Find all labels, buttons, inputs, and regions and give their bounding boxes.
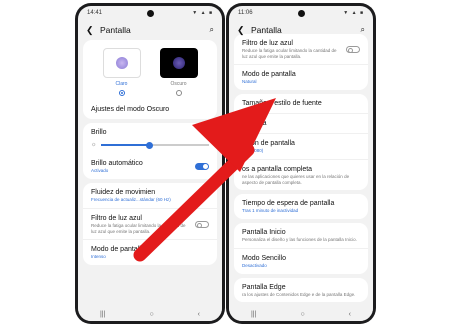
screen-mode-title: Modo de pantalla (91, 246, 145, 253)
blue-light-filter-row[interactable]: Filtro de luz azul Reduce la fatiga ocul… (234, 34, 368, 64)
theme-dark-radio[interactable] (175, 90, 182, 96)
edge-card: Pantalla Edge ra los ajustes de Contenid… (234, 277, 368, 303)
screen-mode-value: Intenso (91, 254, 106, 259)
blue-light-filter-description: Reduce la fatiga ocular limitando la can… (91, 223, 186, 234)
brightness-track[interactable] (101, 141, 209, 149)
font-size-style-title: Tamaño y estilo de fuente (242, 100, 322, 107)
screen-timeout-row[interactable]: Tiempo de espera de pantalla Tras 1 minu… (234, 194, 368, 219)
font-size-style-row[interactable]: Tamaño y estilo de fuente (234, 94, 368, 113)
screen-resolution-title: ución de pantalla (242, 140, 295, 147)
fullscreen-apps-description: ne las aplicaciones que quieres usar en … (242, 174, 350, 185)
screen-mode-value: Natural (242, 79, 257, 84)
dark-mode-settings-label: Ajustes del modo Oscuro (91, 106, 170, 113)
brightness-label: Brillo (91, 129, 107, 136)
back-icon[interactable]: ‹ (198, 311, 200, 318)
easy-mode-value: Desactivado (242, 262, 267, 268)
easy-mode-row[interactable]: Modo Sencillo Desactivado (234, 247, 368, 274)
light-theme-preview (102, 48, 141, 78)
blue-light-filter-row[interactable]: Filtro de luz azul Reduce la fatiga ocul… (83, 208, 217, 239)
screen-resolution-row[interactable]: ución de pantalla 00 x 1080) (234, 133, 368, 159)
theme-light-option[interactable]: Claro (102, 48, 141, 96)
dark-mode-settings-row[interactable]: Ajustes del modo Oscuro (83, 100, 217, 119)
back-arrow-icon[interactable]: ❮ (86, 25, 100, 36)
status-icons: ▼ ▲ ■ (343, 10, 364, 16)
screen-mode-row[interactable]: Modo de pantalla Natural (234, 64, 368, 90)
status-time: 11:06 (238, 10, 253, 16)
motion-smoothness-row[interactable]: Fluidez de movimien Frecuencia de actual… (83, 183, 217, 208)
theme-light-radio[interactable] (118, 90, 125, 96)
screen-mode-row[interactable]: Modo de pantalla Intenso (83, 239, 217, 265)
brightness-fill (101, 144, 150, 146)
navigation-bar: ||| ○ ‹ (78, 307, 222, 321)
status-time: 14:41 (87, 10, 103, 16)
theme-light-label: Claro (115, 81, 128, 87)
adaptive-brightness-row[interactable]: Brillo automático Activado (83, 154, 217, 179)
motion-smoothness-value: Frecuencia de actualiz...stándar (60 Hz) (91, 197, 171, 202)
display-options-card: Fluidez de movimien Frecuencia de actual… (83, 183, 217, 265)
edge-screen-description: ra los ajustes de Contenidos Edge e de l… (242, 291, 356, 297)
theme-card: Claro Oscuro Ajustes del modo Oscuro (83, 40, 217, 119)
adaptive-brightness-toggle[interactable] (195, 163, 209, 170)
screen-mode-title: Modo de pantalla (242, 71, 296, 78)
screen-timeout-title: Tiempo de espera de pantalla (242, 200, 335, 207)
brightness-handle[interactable] (146, 141, 154, 149)
filter-card: Filtro de luz azul Reduce la fatiga ocul… (234, 34, 368, 90)
font-card: Tamaño y estilo de fuente pantalla ución… (234, 94, 368, 190)
screen-timeout-value: Tras 1 minuto de inactividad (242, 208, 299, 213)
adaptive-brightness-title: Brillo automático (91, 160, 143, 167)
navigation-bar: ||| ○ ‹ (229, 307, 373, 321)
home-screen-title: Pantalla Inicio (242, 229, 286, 236)
recents-icon[interactable]: ||| (251, 311, 256, 318)
page-title: Pantalla (100, 25, 131, 35)
red-arrow-icon (133, 98, 276, 262)
screen-right: 11:06 ▼ ▲ ■ ❮ Pantalla ⌕ Filtro de luz a… (229, 6, 373, 321)
app-bar: ❮ Pantalla ⌕ (78, 20, 222, 40)
easy-mode-title: Modo Sencillo (242, 254, 286, 262)
brightness-card: Brillo ☼ Brillo automático Activado (83, 123, 217, 179)
phone-left: 14:41 ▼ ▲ ■ ❮ Pantalla ⌕ Claro Oscuro Aj… (75, 3, 225, 324)
dark-theme-preview (159, 48, 198, 78)
brightness-slider[interactable]: ☼ (83, 141, 217, 154)
blue-light-filter-title: Filtro de luz azul (242, 40, 293, 47)
theme-dark-option[interactable]: Oscuro (159, 48, 198, 96)
front-camera (297, 10, 305, 17)
status-icons: ▼ ▲ ■ (192, 10, 213, 16)
brightness-row: Brillo (83, 123, 217, 142)
theme-selector: Claro Oscuro (83, 40, 217, 100)
motion-smoothness-title: Fluidez de movimien (91, 189, 156, 196)
home-screen-description: Personaliza el diseño y las funciones de… (242, 237, 357, 242)
blue-light-filter-title: Filtro de luz azul (91, 215, 142, 222)
screen-left: 14:41 ▼ ▲ ■ ❮ Pantalla ⌕ Claro Oscuro Aj… (78, 6, 222, 321)
search-icon[interactable]: ⌕ (210, 25, 214, 35)
blue-light-filter-description: Reduce la fatiga ocular limitando la can… (242, 48, 337, 59)
screen-resolution-value: 00 x 1080) (242, 148, 264, 153)
blue-light-filter-toggle[interactable] (195, 220, 209, 228)
theme-dark-label: Oscuro (170, 81, 187, 87)
screen-zoom-title: pantalla (242, 120, 267, 127)
back-icon[interactable]: ‹ (349, 311, 351, 318)
fullscreen-apps-row[interactable]: os a pantalla completa ne las aplicacion… (234, 159, 368, 190)
front-camera (146, 10, 154, 17)
sun-icon: ☼ (91, 142, 97, 148)
canvas: 14:41 ▼ ▲ ■ ❮ Pantalla ⌕ Claro Oscuro Aj… (0, 0, 450, 326)
timeout-card: Tiempo de espera de pantalla Tras 1 minu… (234, 194, 368, 219)
adaptive-brightness-status: Activado (91, 168, 109, 173)
home-icon[interactable]: ○ (149, 311, 153, 318)
phone-right: 11:06 ▼ ▲ ■ ❮ Pantalla ⌕ Filtro de luz a… (226, 3, 376, 324)
blue-light-filter-toggle[interactable] (346, 45, 360, 53)
home-icon[interactable]: ○ (300, 311, 304, 318)
edge-screen-title: Pantalla Edge (242, 283, 286, 291)
fullscreen-apps-title: os a pantalla completa (242, 166, 313, 173)
screen-zoom-row[interactable]: pantalla (234, 113, 368, 133)
edge-screen-row[interactable]: Pantalla Edge ra los ajustes de Contenid… (234, 278, 368, 303)
recents-icon[interactable]: ||| (100, 311, 105, 318)
home-card: Pantalla Inicio Personaliza el diseño y … (234, 223, 368, 274)
home-screen-row[interactable]: Pantalla Inicio Personaliza el diseño y … (234, 223, 368, 248)
